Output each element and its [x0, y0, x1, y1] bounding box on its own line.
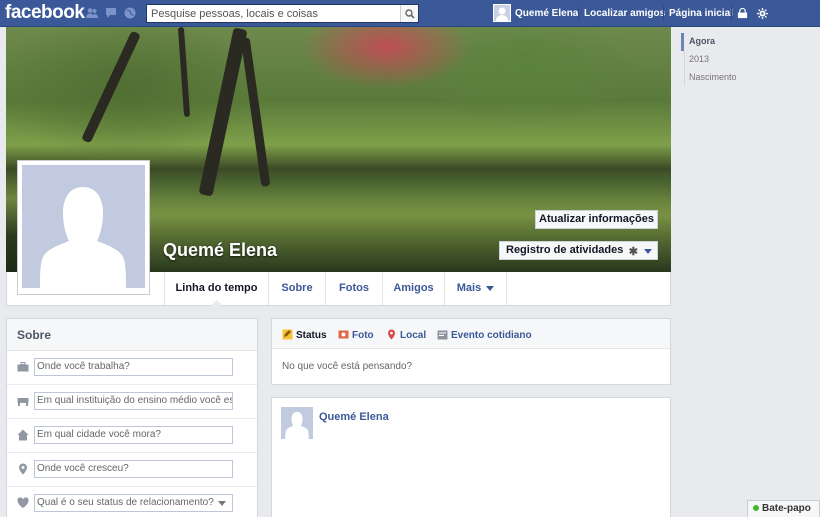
story-author-link[interactable]: Quemé Elena [319, 411, 389, 423]
find-friends-link[interactable]: Localizar amigos [584, 8, 665, 19]
about-row-relationship: Qual é o seu status de relacionamento? [7, 487, 257, 517]
about-title: Sobre [7, 319, 257, 351]
activity-log-button[interactable]: Registro de atividades ✱ [499, 241, 658, 260]
high-school-field[interactable]: Em qual instituição do ensino médio você… [34, 392, 233, 410]
composer-tabs: Status Foto Local Evento cotidiano [272, 319, 670, 349]
tab-photos[interactable]: Fotos [325, 272, 382, 305]
tab-more[interactable]: Mais [444, 272, 507, 305]
composer-tab-life-event[interactable]: Evento cotidiano [437, 329, 532, 341]
search-icon [404, 8, 415, 19]
tab-friends[interactable]: Amigos [382, 272, 444, 305]
user-avatar[interactable] [493, 4, 511, 22]
cover-tree-trunk [198, 27, 248, 197]
life-event-icon [437, 330, 448, 340]
chevron-down-icon [644, 249, 652, 254]
location-pin-icon [388, 329, 395, 340]
tab-more-label: Mais [456, 282, 482, 294]
status-composer: Status Foto Local Evento cotidiano No qu… [271, 318, 671, 385]
search-input[interactable] [147, 5, 397, 22]
tab-about[interactable]: Sobre [268, 272, 325, 305]
nav-divider [731, 6, 732, 21]
house-icon [17, 429, 29, 441]
privacy-shortcuts-icon[interactable] [737, 8, 748, 19]
current-city-field[interactable]: Em qual cidade você mora? [34, 426, 233, 444]
profile-link[interactable]: Quemé Elena [515, 8, 578, 19]
profile-picture[interactable] [17, 160, 150, 295]
composer-input[interactable]: No que você está pensando? [282, 361, 412, 372]
relationship-status-value: Qual é o seu status de relacionamento? [37, 497, 214, 508]
about-row-work: Onde você trabalha? [7, 351, 257, 385]
update-info-button[interactable]: Atualizar informações [535, 210, 658, 229]
school-icon [17, 395, 29, 407]
chevron-down-icon [218, 501, 226, 506]
nav-divider [663, 6, 664, 21]
timeline-story: Quemé Elena [271, 397, 671, 517]
cover-tree-trunk [81, 30, 141, 144]
location-pin-icon [17, 463, 29, 475]
briefcase-icon [17, 361, 29, 373]
about-row-city: Em qual cidade você mora? [7, 419, 257, 453]
work-field[interactable]: Onde você trabalha? [34, 358, 233, 376]
profile-name[interactable]: Quemé Elena [163, 240, 277, 261]
cover-tree-trunk [240, 37, 271, 187]
chat-tab[interactable]: Bate-papo [747, 500, 820, 517]
timeline-scrubber: Agora 2013 Nascimento [681, 33, 811, 87]
female-silhouette-icon [40, 187, 126, 288]
tab-timeline[interactable]: Linha do tempo [164, 272, 268, 306]
facebook-logo[interactable]: facebook [5, 2, 85, 24]
composer-tab-place[interactable]: Local [386, 329, 426, 341]
year-now[interactable]: Agora [681, 33, 811, 51]
about-row-school: Em qual instituição do ensino médio você… [7, 385, 257, 419]
hometown-field[interactable]: Onde você cresceu? [34, 460, 233, 478]
notifications-globe-icon[interactable] [124, 7, 136, 19]
chevron-down-icon [486, 285, 495, 291]
year-2013[interactable]: 2013 [681, 51, 811, 69]
home-link[interactable]: Página inicial [669, 8, 733, 19]
female-silhouette-icon [285, 412, 309, 439]
top-bar: facebook Quemé Elena Localizar amigos Pá… [0, 0, 820, 27]
heart-icon [17, 497, 29, 509]
search-button[interactable] [400, 5, 418, 22]
photo-icon [338, 330, 349, 339]
default-profile-silhouette [22, 165, 145, 288]
online-status-icon [753, 505, 759, 511]
gear-icon: ✱ [628, 246, 638, 258]
composer-tab-status[interactable]: Status [282, 329, 327, 341]
pencil-icon [282, 329, 293, 340]
friend-requests-icon[interactable] [86, 7, 98, 19]
composer-tab-photo[interactable]: Foto [338, 329, 374, 341]
relationship-status-select[interactable]: Qual é o seu status de relacionamento? [34, 494, 233, 512]
year-born[interactable]: Nascimento [681, 69, 811, 87]
search-box [146, 4, 419, 23]
cover-tree-trunk [177, 27, 191, 118]
activity-log-label: Registro de atividades [506, 244, 624, 256]
settings-gear-icon[interactable] [757, 8, 768, 19]
about-panel: Sobre Onde você trabalha? Em qual instit… [6, 318, 258, 517]
default-avatar-icon [496, 7, 508, 21]
nav-divider [578, 6, 579, 21]
messages-icon[interactable] [105, 7, 117, 19]
about-row-hometown: Onde você cresceu? [7, 453, 257, 487]
chat-label: Bate-papo [762, 503, 811, 514]
story-avatar[interactable] [281, 407, 313, 439]
